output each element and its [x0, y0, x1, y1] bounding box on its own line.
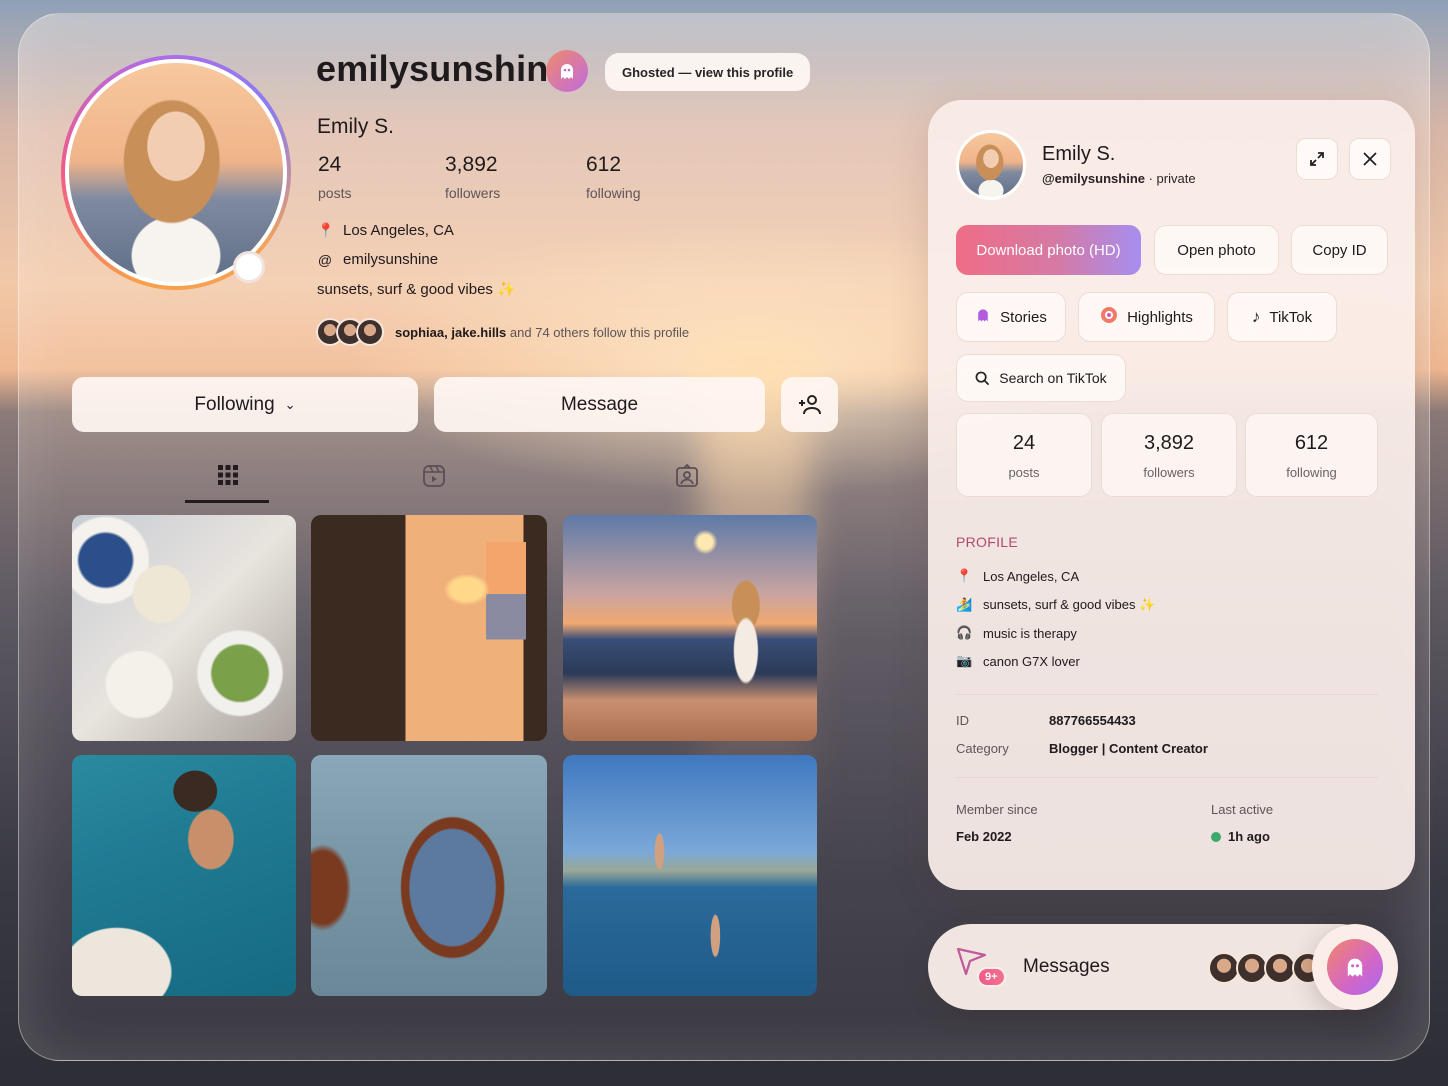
- profile-fullname: Emily S.: [317, 115, 395, 138]
- divider: [956, 777, 1378, 778]
- expand-button[interactable]: [1296, 138, 1338, 180]
- divider: [956, 694, 1378, 695]
- highlights-icon: [1100, 306, 1118, 328]
- add-user-button[interactable]: [781, 377, 838, 432]
- following-button[interactable]: Following ⌄: [72, 377, 418, 432]
- open-photo-button[interactable]: Open photo: [1154, 225, 1279, 275]
- ghost-fab-button[interactable]: [1312, 924, 1398, 1010]
- search-icon: [975, 371, 990, 385]
- bio-location: 📍 Los Angeles, CA: [956, 568, 1080, 584]
- bio-camera: 📷 canon G7X lover: [956, 653, 1080, 669]
- messages-label: Messages: [1023, 956, 1110, 977]
- tile-table-food[interactable]: [72, 515, 296, 741]
- tab-active-indicator: [185, 500, 269, 503]
- search-tiktok-button[interactable]: Search on TikTok: [956, 354, 1126, 402]
- profile-bio: sunsets, surf & good vibes ✨: [317, 281, 516, 298]
- category-value: Blogger | Content Creator: [1049, 741, 1208, 756]
- last-active-value: 1h ago: [1211, 829, 1270, 844]
- panel-stat-posts: 24 posts: [956, 413, 1092, 497]
- mutual-followers[interactable]: sophiaa, jake.hills and 74 others follow…: [316, 318, 689, 346]
- bio-vibes: 🏄 sunsets, surf & good vibes ✨: [956, 597, 1156, 612]
- id-value[interactable]: 887766554433: [1049, 713, 1136, 728]
- camera-icon: 📷: [956, 653, 973, 668]
- panel-avatar[interactable]: [956, 130, 1026, 200]
- location-pin-icon: 📍: [956, 568, 973, 583]
- message-button[interactable]: Message: [434, 377, 765, 432]
- id-label: ID: [956, 713, 969, 728]
- close-icon: [1363, 152, 1377, 166]
- download-photo-button[interactable]: Download photo (HD): [956, 225, 1141, 275]
- ghost-icon[interactable]: [546, 50, 588, 92]
- profile-username: emilysunshine: [316, 48, 569, 89]
- tiktok-button[interactable]: ♪ TikTok: [1227, 292, 1337, 342]
- tile-swimmer[interactable]: [72, 755, 296, 996]
- member-since-label: Member since: [956, 802, 1038, 817]
- tagged-icon[interactable]: [672, 463, 702, 490]
- profile-handle: @ emilysunshine: [317, 251, 439, 268]
- ghost-icon: [1327, 939, 1383, 995]
- online-indicator: [1211, 831, 1221, 842]
- ghost-icon: [975, 307, 991, 327]
- location-pin-icon: 📍: [317, 222, 335, 238]
- mutual-avatars: [316, 318, 384, 346]
- surfer-icon: 🏄: [956, 597, 973, 612]
- grid-icon[interactable]: [213, 464, 243, 490]
- unread-badge: 9+: [977, 967, 1006, 987]
- tile-sunglasses[interactable]: [311, 755, 547, 996]
- tiktok-icon: ♪: [1251, 307, 1261, 326]
- panel-handle: @emilysunshine · private: [1042, 171, 1196, 186]
- stories-button[interactable]: Stories: [956, 292, 1066, 342]
- panel-name: Emily S.: [1042, 143, 1116, 165]
- panel-stat-following: 612 following: [1245, 413, 1378, 497]
- expand-icon: [1310, 152, 1324, 166]
- tile-cliff-jump[interactable]: [563, 755, 817, 996]
- close-button[interactable]: [1349, 138, 1391, 180]
- headphones-icon: 🎧: [956, 625, 973, 640]
- stat-posts: 24 posts: [318, 153, 352, 201]
- chevron-down-icon: ⌄: [284, 396, 296, 412]
- copy-id-button[interactable]: Copy ID: [1291, 225, 1388, 275]
- bio-music: 🎧 music is therapy: [956, 625, 1077, 641]
- panel-stat-followers: 3,892 followers: [1101, 413, 1237, 497]
- tile-balcony-sunset[interactable]: [563, 515, 817, 741]
- tile-window-sunset[interactable]: [311, 515, 547, 741]
- add-user-icon: [798, 394, 821, 414]
- reels-icon[interactable]: [419, 464, 449, 490]
- category-label: Category: [956, 741, 1009, 756]
- highlights-button[interactable]: Highlights: [1078, 292, 1215, 342]
- ghost-view-button[interactable]: Ghosted — view this profile: [605, 53, 811, 91]
- last-active-label: Last active: [1211, 802, 1274, 817]
- message-avatars: [1208, 952, 1324, 984]
- member-since-value: Feb 2022: [956, 829, 1012, 844]
- status-dot: [233, 251, 265, 283]
- avatar: [356, 318, 384, 346]
- stat-following[interactable]: 612 following: [586, 153, 640, 201]
- profile-location: 📍 Los Angeles, CA: [317, 222, 454, 239]
- stat-followers[interactable]: 3,892 followers: [445, 153, 500, 201]
- at-icon: @: [317, 251, 333, 268]
- profile-photo: [69, 63, 283, 282]
- section-title: PROFILE: [956, 534, 1019, 550]
- profile-detail-panel: Emily S. @emilysunshine · private Downlo…: [928, 100, 1415, 890]
